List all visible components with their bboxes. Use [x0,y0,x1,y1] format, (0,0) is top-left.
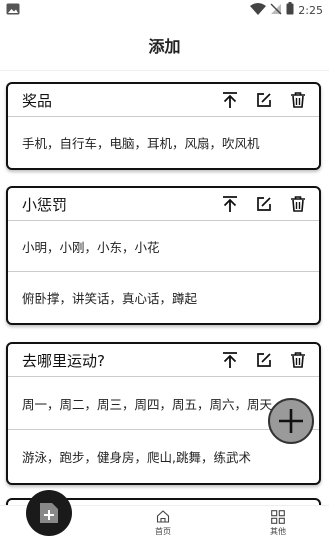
card-header: 奖品 [8,84,319,117]
nav-home-label: 首页 [155,527,171,536]
card-title: 奖品 [22,91,53,110]
card-header: 去哪里运动? [8,344,319,377]
home-icon [156,510,170,523]
card-row: 小明，小刚，小东，小花 [8,221,319,272]
page-title: 添加 [148,37,181,56]
delete-icon[interactable] [289,195,307,213]
card-header: 小惩罚 [8,188,319,221]
move-to-top-icon[interactable] [221,195,239,213]
add-item-fab-button[interactable] [26,490,72,536]
image-notification-icon [6,3,20,18]
wifi-icon [250,2,267,18]
card-title: 小惩罚 [22,195,68,214]
status-time: 2:25 [298,3,323,17]
delete-icon[interactable] [289,91,307,109]
add-fab-button[interactable] [268,398,314,444]
add-document-icon [40,503,58,523]
edit-icon[interactable] [255,91,273,109]
plus-icon [279,409,303,433]
grid-icon [271,510,285,524]
page-header: 添加 [0,20,329,71]
status-bar: 2:25 [0,0,329,20]
battery-icon [286,2,294,18]
card-row: 游泳，跑步，健身房，爬山,跳舞，练武术 [22,450,251,465]
item-card: 奖品 手机，自行车，电脑，耳机，风扇，吹风机 [6,82,321,170]
edit-icon[interactable] [255,195,273,213]
delete-icon[interactable] [289,351,307,369]
nav-home[interactable]: 首页 [138,510,188,537]
card-row: 手机，自行车，电脑，耳机，风扇，吹风机 [22,136,260,151]
card-row: 俯卧撑，讲笑话，真心话，蹲起 [22,291,198,306]
card-title: 去哪里运动? [22,351,105,370]
no-sim-icon [270,3,282,18]
move-to-top-icon[interactable] [221,351,239,369]
nav-other[interactable]: 其他 [253,510,303,537]
nav-other-label: 其他 [270,527,286,536]
move-to-top-icon[interactable] [221,91,239,109]
item-card: 小惩罚 小明，小刚，小东，小花 俯卧撑，讲笑话，真心话，蹲起 [6,186,321,325]
edit-icon[interactable] [255,351,273,369]
